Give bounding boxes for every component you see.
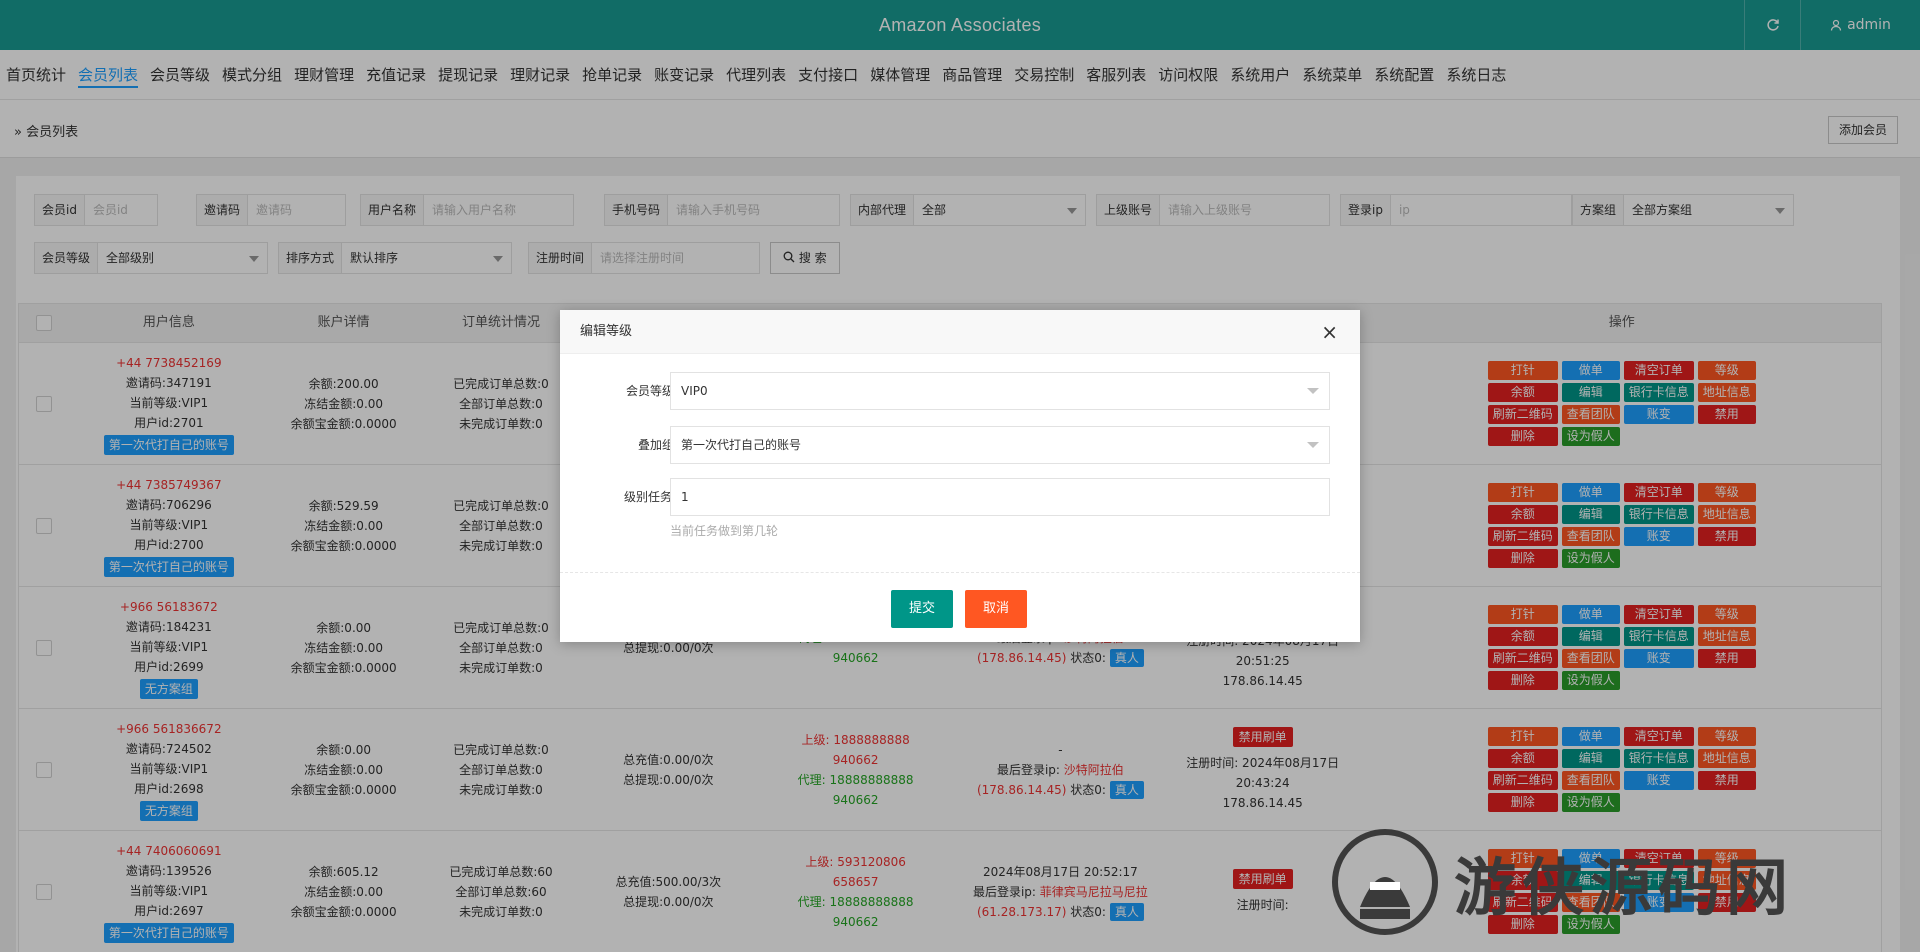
submit-button[interactable]: 提交: [891, 590, 954, 628]
task-help-text: 当前任务做到第几轮: [670, 524, 779, 538]
level-row: 会员等级* VIP0: [560, 372, 1360, 410]
cancel-button[interactable]: 取消: [965, 590, 1028, 628]
dialog-header: 编辑等级 ×: [560, 310, 1360, 354]
chevron-down-icon: [1307, 442, 1319, 448]
divider: [560, 572, 1360, 573]
task-count-input[interactable]: 1: [670, 478, 1330, 516]
watermark-text: 游侠源码网: [1454, 851, 1795, 924]
group-select[interactable]: 第一次代打自己的账号: [670, 426, 1330, 464]
edit-level-dialog: 编辑等级 × 会员等级* VIP0 叠加组* 第一次代打自己的账号 级别任务数 …: [560, 310, 1360, 642]
group-row: 叠加组* 第一次代打自己的账号: [560, 426, 1360, 464]
task-row: 级别任务数 1: [560, 478, 1360, 516]
chevron-down-icon: [1307, 388, 1319, 394]
dialog-title: 编辑等级: [580, 324, 633, 339]
level-select[interactable]: VIP0: [670, 372, 1330, 410]
hacker-logo: [1332, 829, 1438, 935]
watermark: 游侠源码网: [1330, 820, 1900, 944]
close-icon[interactable]: ×: [1321, 310, 1338, 354]
